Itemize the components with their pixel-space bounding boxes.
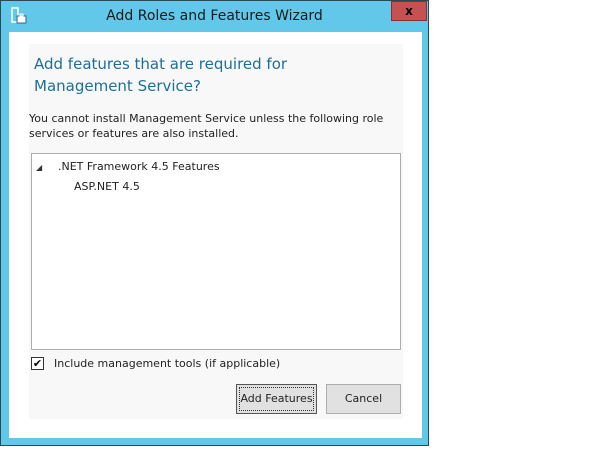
dialog-message: You cannot install Management Service un… bbox=[29, 112, 384, 140]
features-tree[interactable]: ◢ .NET Framework 4.5 Features ASP.NET 4.5 bbox=[31, 153, 401, 350]
checkmark-icon: ✔ bbox=[32, 357, 43, 370]
close-button[interactable]: x bbox=[391, 1, 427, 21]
tree-node-label: .NET Framework 4.5 Features bbox=[58, 160, 220, 173]
include-tools-checkbox[interactable]: ✔ bbox=[31, 357, 44, 370]
tree-node-net-framework[interactable]: ◢ .NET Framework 4.5 Features bbox=[36, 160, 220, 173]
dialog-client: Add features that are required for Manag… bbox=[9, 32, 422, 438]
add-features-button[interactable]: Add Features bbox=[236, 384, 317, 414]
dialog-heading: Add features that are required for Manag… bbox=[34, 55, 288, 95]
content-panel: Add features that are required for Manag… bbox=[29, 44, 403, 419]
window-title: Add Roles and Features Wizard bbox=[106, 8, 323, 24]
include-tools-label[interactable]: Include management tools (if applicable) bbox=[54, 357, 280, 370]
cancel-button[interactable]: Cancel bbox=[326, 384, 401, 414]
wizard-window: Add Roles and Features Wizard x Add feat… bbox=[0, 0, 429, 446]
tree-node-aspnet[interactable]: ASP.NET 4.5 bbox=[74, 180, 140, 193]
expand-triangle-icon[interactable]: ◢ bbox=[36, 163, 48, 172]
title-bar[interactable]: Add Roles and Features Wizard x bbox=[1, 1, 428, 32]
